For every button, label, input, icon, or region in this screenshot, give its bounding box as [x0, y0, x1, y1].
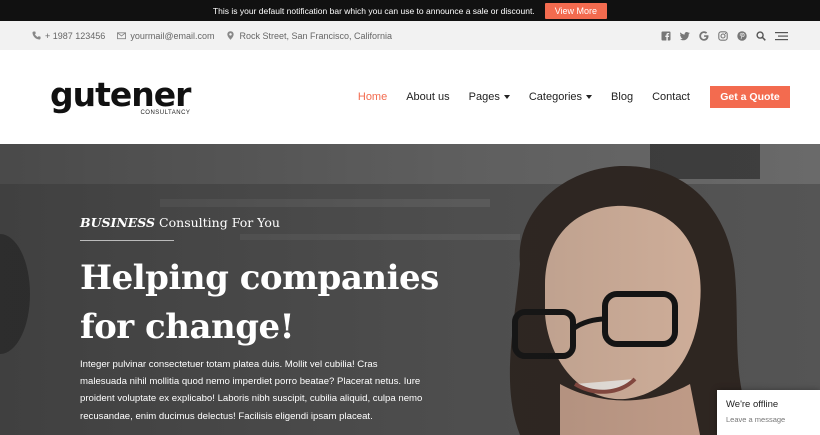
- chat-subtitle: Leave a message: [726, 415, 786, 424]
- nav-contact[interactable]: Contact: [652, 91, 690, 103]
- logo-wordmark: gutener: [50, 74, 191, 114]
- email-info[interactable]: yourmail@email.com: [117, 31, 214, 41]
- facebook-icon[interactable]: [661, 31, 671, 41]
- phone-text: + 1987 123456: [45, 30, 106, 41]
- menu-icon[interactable]: [775, 31, 788, 41]
- hero-eyebrow-rest: Consulting For You: [155, 215, 280, 230]
- logo-subtitle: CONSULTANCY: [140, 109, 191, 116]
- top-info-bar: + 1987 123456 yourmail@email.com Rock St…: [0, 21, 820, 50]
- instagram-icon[interactable]: [718, 30, 728, 41]
- site-logo[interactable]: gutener CONSULTANCY: [50, 74, 191, 116]
- caret-down-icon: [586, 95, 593, 99]
- google-icon[interactable]: [699, 30, 709, 41]
- chat-widget[interactable]: We're offline Leave a message: [717, 390, 820, 435]
- phone-icon: [32, 31, 41, 40]
- hero-divider: [80, 240, 174, 241]
- caret-down-icon: [503, 95, 510, 99]
- address-info: Rock Street, San Francisco, California: [226, 31, 392, 41]
- twitter-icon[interactable]: [680, 31, 690, 41]
- search-icon[interactable]: [756, 30, 766, 41]
- nav-categories-label: Categories: [528, 91, 583, 103]
- phone-info[interactable]: + 1987 123456: [32, 31, 105, 41]
- social-links: [661, 30, 788, 41]
- nav-home[interactable]: Home: [358, 91, 387, 103]
- hero-headline-line-1: Helping companies: [80, 258, 439, 298]
- envelope-icon: [117, 32, 127, 40]
- nav-categories[interactable]: Categories: [528, 91, 593, 103]
- hero-section: BUSINESS Consulting For You Helping comp…: [0, 144, 820, 435]
- get-a-quote-button[interactable]: Get a Quote: [710, 86, 790, 108]
- pinterest-icon[interactable]: [737, 30, 747, 41]
- chat-title: We're offline: [726, 399, 779, 410]
- notification-bar: This is your default notification bar wh…: [0, 0, 820, 21]
- main-nav: Home About us Pages Categories Blog Cont…: [339, 86, 790, 108]
- notification-text: This is your default notification bar wh…: [212, 5, 535, 16]
- email-text: yourmail@email.com: [130, 30, 215, 41]
- nav-about-us[interactable]: About us: [406, 91, 449, 103]
- view-more-button[interactable]: View More: [544, 2, 608, 19]
- hero-eyebrow: BUSINESS Consulting For You: [80, 215, 280, 230]
- nav-blog[interactable]: Blog: [611, 91, 633, 103]
- site-header: gutener CONSULTANCY Home About us Pages …: [0, 50, 820, 144]
- address-text: Rock Street, San Francisco, California: [239, 30, 393, 41]
- hero-headline-line-2: for change!: [80, 307, 295, 347]
- hero-body-text: Integer pulvinar consectetuer totam plat…: [80, 359, 423, 422]
- map-pin-icon: [227, 31, 235, 40]
- hero-headline: Helping companies for change!: [80, 254, 440, 352]
- nav-pages-label: Pages: [468, 91, 500, 103]
- hero-eyebrow-emphasis: BUSINESS: [80, 215, 156, 230]
- nav-pages[interactable]: Pages: [469, 91, 510, 103]
